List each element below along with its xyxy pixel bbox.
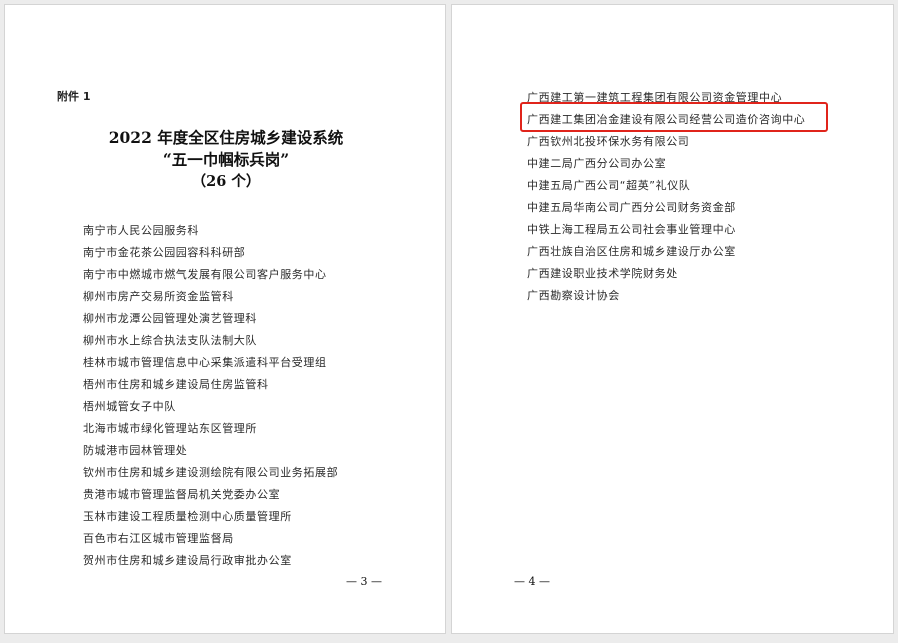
list-item: 南宁市金花茶公园园容科科研部 [83, 246, 246, 259]
list-item: 柳州市房产交易所资金监管科 [83, 290, 234, 303]
title-line-3: （26 个） [191, 173, 261, 190]
list-item: 中建五局华南公司广西分公司财务资金部 [527, 201, 736, 214]
document-title: 2022 年度全区住房城乡建设系统 “五一巾帼标兵岗” （26 个） [5, 127, 447, 193]
list-item: 贵港市城市管理监督局机关党委办公室 [83, 488, 281, 501]
highlight-box [520, 102, 828, 132]
list-item: 柳州市水上综合执法支队法制大队 [83, 334, 257, 347]
list-item: 南宁市中燃城市燃气发展有限公司客户服务中心 [83, 268, 327, 281]
list-item: 广西钦州北投环保水务有限公司 [527, 135, 690, 148]
title-line-2: “五一巾帼标兵岗” [162, 150, 290, 169]
list-item: 梧州市住房和城乡建设局住房监管科 [83, 378, 269, 391]
list-item: 玉林市建设工程质量检测中心质量管理所 [83, 510, 292, 523]
list-item: 中建五局广西公司“超英”礼仪队 [527, 179, 691, 192]
list-item: 贺州市住房和城乡建设局行政审批办公室 [83, 554, 292, 567]
list-item: 中建二局广西分公司办公室 [527, 157, 667, 170]
list-item: 广西壮族自治区住房和城乡建设厅办公室 [527, 245, 736, 258]
right-page: 广西建工第一建筑工程集团有限公司资金管理中心 广西建工集团冶金建设有限公司经营公… [451, 4, 894, 634]
list-item: 桂林市城市管理信息中心采集派遣科平台受理组 [83, 356, 327, 369]
list-item: 北海市城市绿化管理站东区管理所 [83, 422, 257, 435]
list-item: 广西建设职业技术学院财务处 [527, 267, 678, 280]
list-item: 南宁市人民公园服务科 [83, 224, 199, 237]
list-item: 钦州市住房和城乡建设测绘院有限公司业务拓展部 [83, 466, 339, 479]
list-item: 中铁上海工程局五公司社会事业管理中心 [527, 223, 736, 236]
title-line-1: 2022 年度全区住房城乡建设系统 [108, 128, 344, 147]
attachment-label: 附件 1 [57, 90, 91, 103]
list-item: 柳州市龙潭公园管理处演艺管理科 [83, 312, 257, 325]
list-item: 百色市右江区城市管理监督局 [83, 532, 234, 545]
list-item: 广西勘察设计协会 [527, 289, 620, 302]
page-number: — 4 — [514, 575, 550, 588]
left-page: 附件 1 2022 年度全区住房城乡建设系统 “五一巾帼标兵岗” （26 个） … [4, 4, 446, 634]
left-list: 南宁市人民公园服务科 南宁市金花茶公园园容科科研部 南宁市中燃城市燃气发展有限公… [83, 220, 338, 572]
page-number: — 3 — [346, 575, 382, 588]
list-item: 梧州城管女子中队 [83, 400, 176, 413]
list-item: 防城港市园林管理处 [83, 444, 188, 457]
